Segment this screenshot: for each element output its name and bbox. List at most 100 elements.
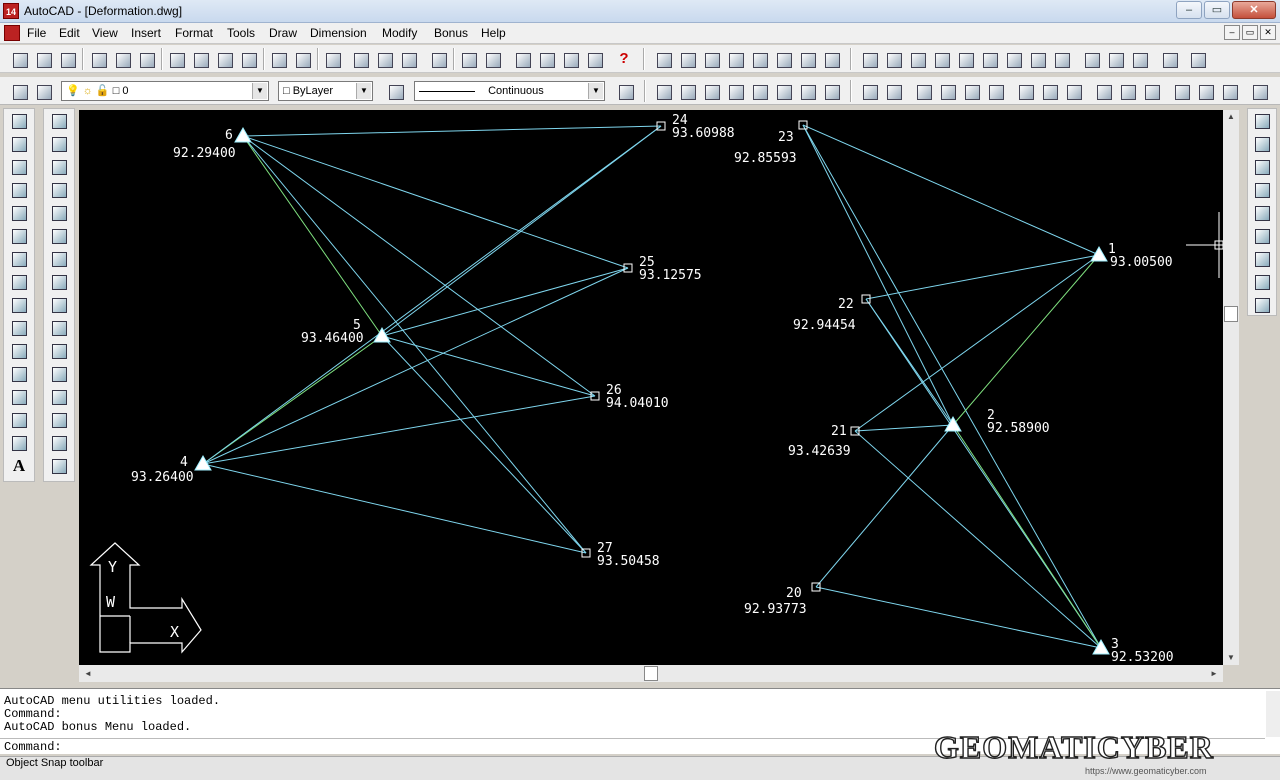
make-layer-current-icon[interactable] bbox=[32, 80, 54, 102]
paste-icon[interactable] bbox=[213, 48, 235, 70]
right-tool-9-icon[interactable] bbox=[1251, 295, 1273, 315]
vertical-scrollbar[interactable]: ▲ ▼ bbox=[1223, 110, 1239, 665]
print-preview-icon[interactable] bbox=[111, 48, 133, 70]
line-23-2[interactable] bbox=[802, 124, 954, 426]
drawing-svg[interactable]: Y W X 6 92.29400 24 93.60988 25 93.12575… bbox=[79, 110, 1223, 665]
scroll-left-icon[interactable]: ◄ bbox=[81, 665, 95, 682]
bonus-tool-20-icon[interactable] bbox=[1128, 48, 1150, 70]
snap-tracking-icon[interactable] bbox=[882, 80, 904, 102]
scroll-right-icon[interactable]: ► bbox=[1207, 665, 1221, 682]
right-tool-3-icon[interactable] bbox=[1251, 157, 1273, 177]
doc-restore-button[interactable]: ▭ bbox=[1242, 25, 1258, 40]
circle-icon[interactable] bbox=[8, 272, 30, 292]
help-icon[interactable]: ? bbox=[613, 48, 635, 70]
spline-icon[interactable] bbox=[8, 295, 30, 315]
zoom-pan-icon[interactable] bbox=[481, 48, 503, 70]
menu-insert[interactable]: Insert bbox=[131, 26, 161, 40]
tracking-icon[interactable] bbox=[349, 48, 371, 70]
line-5-27[interactable] bbox=[381, 335, 587, 554]
properties-icon[interactable] bbox=[614, 80, 636, 102]
menu-help[interactable]: Help bbox=[481, 26, 506, 40]
bonus-tool-15-icon[interactable] bbox=[1002, 48, 1024, 70]
mirror-icon[interactable] bbox=[48, 157, 70, 177]
bonus-tool-1-icon[interactable] bbox=[652, 48, 674, 70]
zoom-window-icon[interactable] bbox=[511, 48, 533, 70]
bonus-tool-13-icon[interactable] bbox=[954, 48, 976, 70]
save-icon[interactable] bbox=[56, 48, 78, 70]
bonus-tool-10-icon[interactable] bbox=[882, 48, 904, 70]
drawing-canvas[interactable]: Y W X 6 92.29400 24 93.60988 25 93.12575… bbox=[79, 110, 1223, 665]
linetype-icon[interactable] bbox=[384, 80, 406, 102]
scroll-down-icon[interactable]: ▼ bbox=[1223, 651, 1239, 665]
text-tool-2-icon[interactable] bbox=[676, 80, 698, 102]
bonus-tool-11-icon[interactable] bbox=[906, 48, 928, 70]
cut-icon[interactable] bbox=[165, 48, 187, 70]
snap-from-icon[interactable] bbox=[858, 80, 880, 102]
menu-edit[interactable]: Edit bbox=[59, 26, 80, 40]
line-6-5[interactable] bbox=[242, 135, 383, 337]
multiline-text-icon[interactable]: A bbox=[8, 456, 30, 476]
construction-line-icon[interactable] bbox=[8, 134, 30, 154]
command-prompt-input[interactable]: Command: bbox=[4, 741, 62, 754]
doc-close-button[interactable]: ✕ bbox=[1260, 25, 1276, 40]
chevron-down-icon[interactable]: ▼ bbox=[588, 83, 603, 99]
copy-object-icon[interactable] bbox=[48, 134, 70, 154]
bonus-tool-9-icon[interactable] bbox=[858, 48, 880, 70]
bonus-tool-12-icon[interactable] bbox=[930, 48, 952, 70]
right-tool-7-icon[interactable] bbox=[1251, 249, 1273, 269]
snap-settings-icon[interactable] bbox=[1248, 80, 1270, 102]
line-6-24[interactable] bbox=[242, 125, 662, 137]
bonus-tool-21-icon[interactable] bbox=[1158, 48, 1180, 70]
snap-midpoint-icon[interactable] bbox=[936, 80, 958, 102]
hatch-icon[interactable] bbox=[8, 410, 30, 430]
autocad-app-icon[interactable]: 14 bbox=[3, 3, 19, 19]
fillet-icon[interactable] bbox=[48, 433, 70, 453]
print-icon[interactable] bbox=[87, 48, 109, 70]
bonus-tool-5-icon[interactable] bbox=[748, 48, 770, 70]
snap-intersection-icon[interactable] bbox=[960, 80, 982, 102]
snap-endpoint-icon[interactable] bbox=[912, 80, 934, 102]
text-tool-1-icon[interactable] bbox=[652, 80, 674, 102]
close-button[interactable]: ✕ bbox=[1232, 1, 1276, 19]
right-tool-1-icon[interactable] bbox=[1251, 111, 1273, 131]
color-dropdown[interactable]: □ ByLayer ▼ bbox=[278, 81, 373, 101]
bonus-tool-7-icon[interactable] bbox=[796, 48, 818, 70]
line-20-3[interactable] bbox=[815, 586, 1102, 649]
hyperlink-icon[interactable] bbox=[321, 48, 343, 70]
bonus-tool-19-icon[interactable] bbox=[1104, 48, 1126, 70]
text-tool-6-icon[interactable] bbox=[772, 80, 794, 102]
ellipse-icon[interactable] bbox=[8, 318, 30, 338]
snap-node-icon[interactable] bbox=[1140, 80, 1162, 102]
chevron-down-icon[interactable]: ▼ bbox=[356, 83, 371, 99]
rotate-icon[interactable] bbox=[48, 249, 70, 269]
new-icon[interactable] bbox=[8, 48, 30, 70]
polyline-icon[interactable] bbox=[8, 180, 30, 200]
snap-quadrant-icon[interactable] bbox=[1038, 80, 1060, 102]
snap-perpendicular-icon[interactable] bbox=[1092, 80, 1114, 102]
arc-icon[interactable] bbox=[8, 249, 30, 269]
menu-file[interactable]: File bbox=[27, 26, 46, 40]
chamfer-icon[interactable] bbox=[48, 410, 70, 430]
menu-view[interactable]: View bbox=[92, 26, 118, 40]
layers-icon[interactable] bbox=[8, 80, 30, 102]
snap-insert-icon[interactable] bbox=[1116, 80, 1138, 102]
erase-icon[interactable] bbox=[48, 111, 70, 131]
line-4-26[interactable] bbox=[202, 395, 596, 465]
document-icon[interactable] bbox=[4, 25, 20, 41]
ucs-icon[interactable] bbox=[373, 48, 395, 70]
control-point-6-marker[interactable] bbox=[234, 126, 252, 143]
scale-icon[interactable] bbox=[48, 272, 70, 292]
undo-icon[interactable] bbox=[267, 48, 289, 70]
open-icon[interactable] bbox=[32, 48, 54, 70]
text-tool-4-icon[interactable] bbox=[724, 80, 746, 102]
line-4-25[interactable] bbox=[202, 267, 629, 465]
horizontal-scroll-thumb[interactable] bbox=[644, 666, 658, 681]
right-tool-5-icon[interactable] bbox=[1251, 203, 1273, 223]
command-scrollbar[interactable] bbox=[1266, 691, 1280, 737]
minimize-button[interactable]: ‒ bbox=[1176, 1, 1202, 19]
bonus-tool-4-icon[interactable] bbox=[724, 48, 746, 70]
lengthen-icon[interactable] bbox=[48, 318, 70, 338]
snap-quick-icon[interactable] bbox=[1194, 80, 1216, 102]
copy-icon[interactable] bbox=[189, 48, 211, 70]
region-icon[interactable] bbox=[8, 433, 30, 453]
